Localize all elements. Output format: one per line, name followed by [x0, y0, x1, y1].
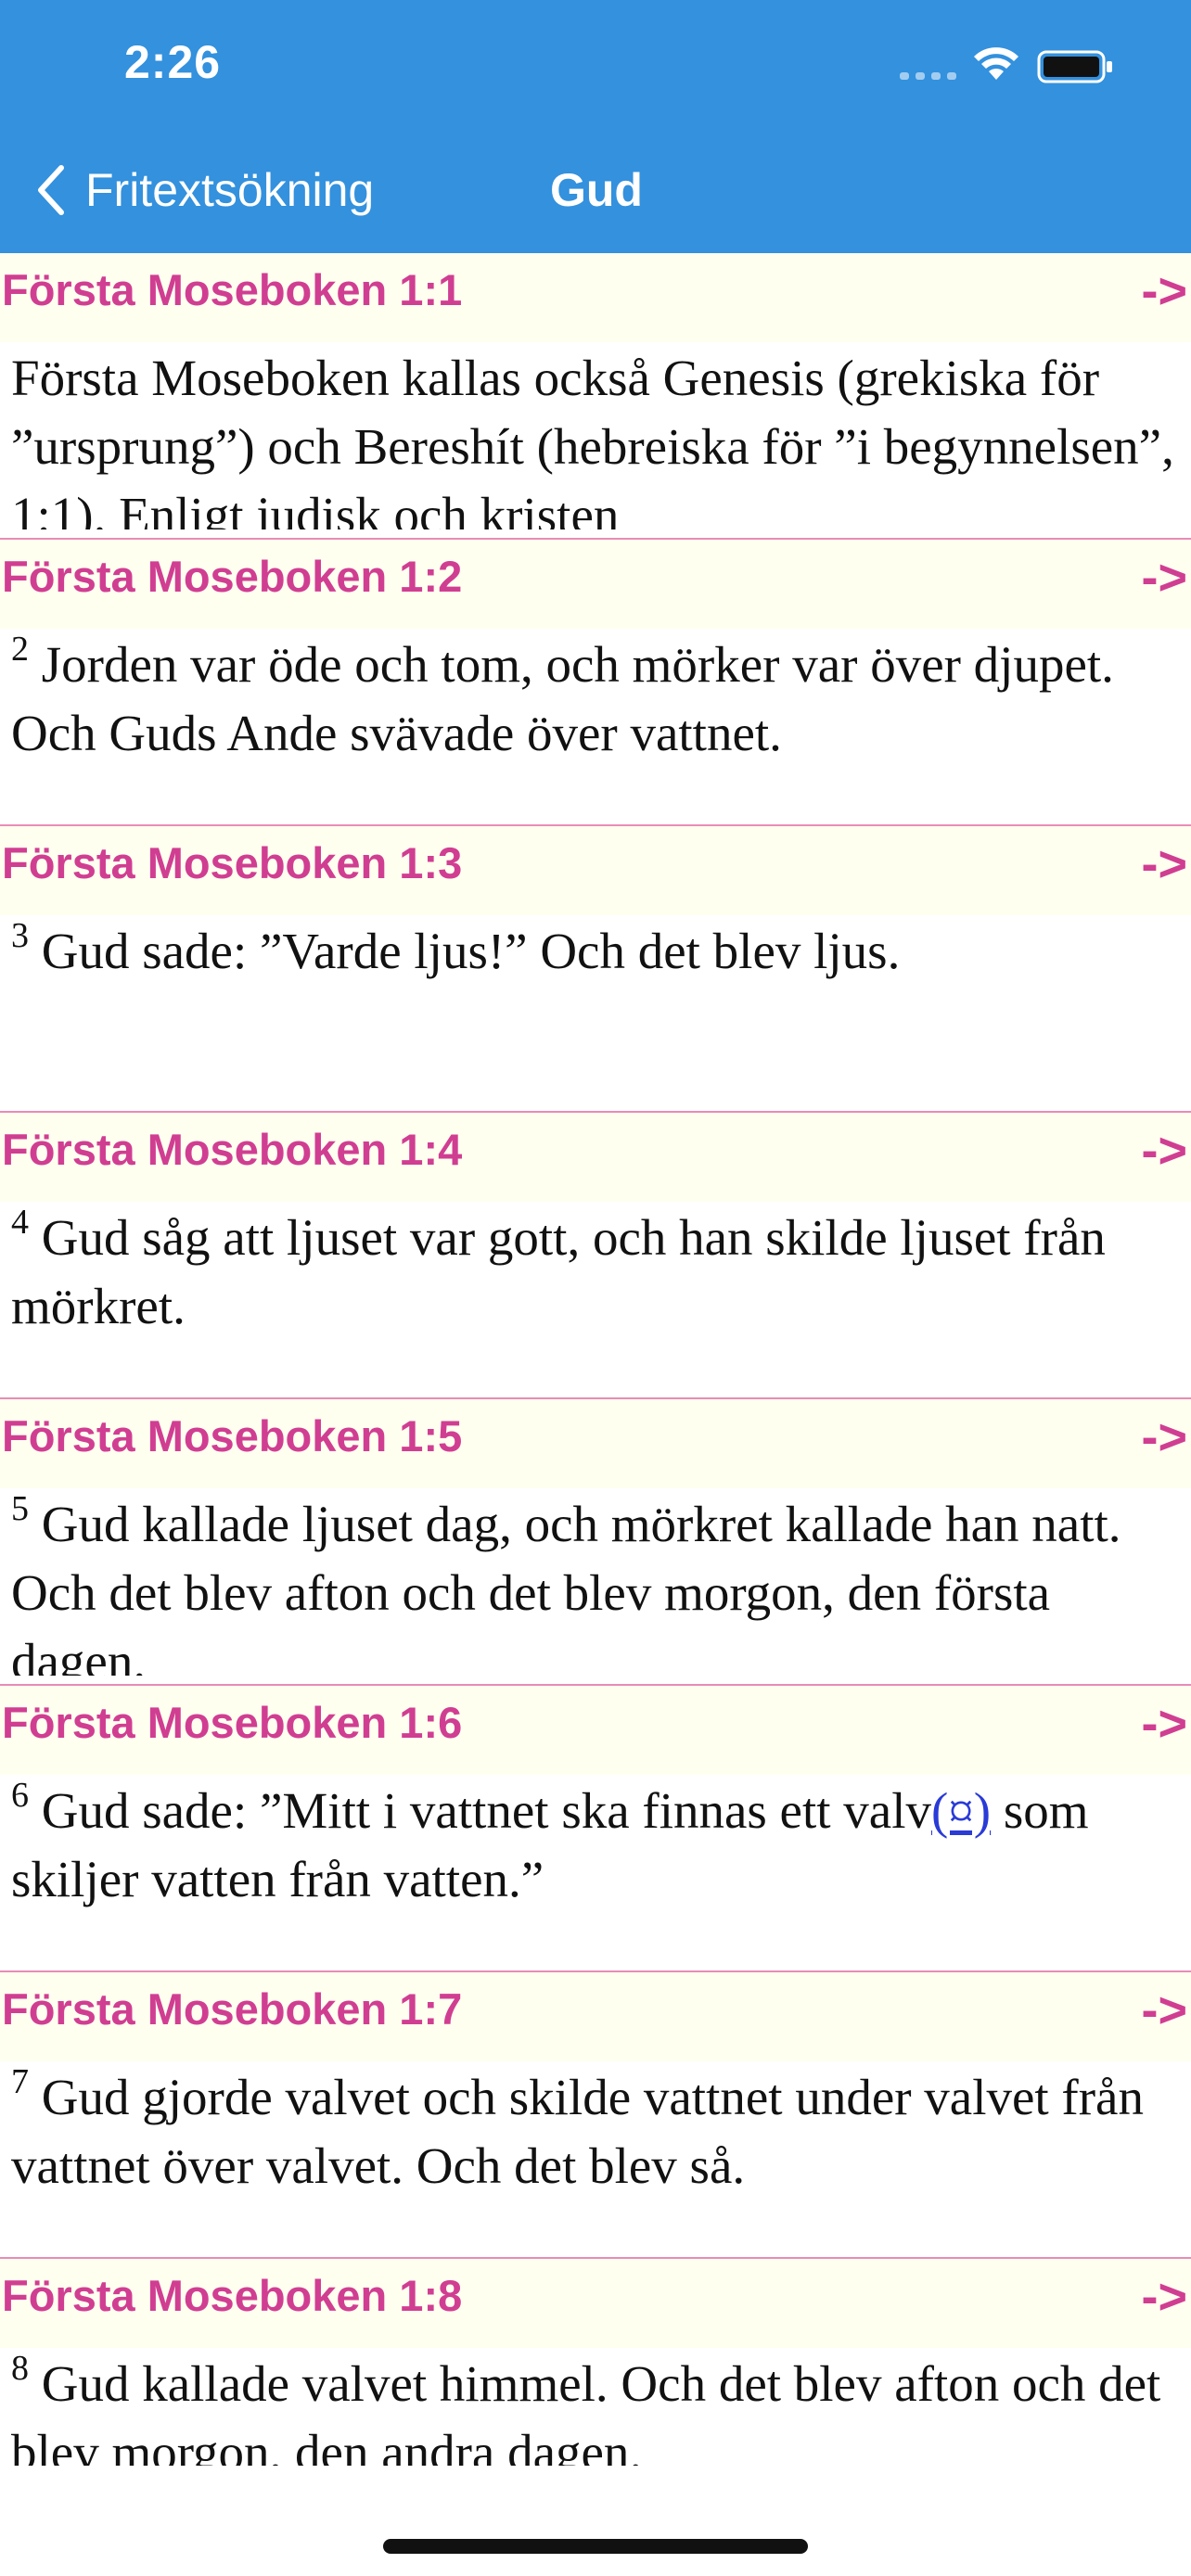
verse-reference-bar: Första Moseboken 1:4 -> [0, 1113, 1191, 1202]
verse-reference-bar: Första Moseboken 1:3 -> [0, 826, 1191, 915]
open-verse-arrow[interactable]: -> [1141, 1982, 1187, 2039]
verse-number: 5 [11, 1490, 29, 1528]
verse-reference: Första Moseboken 1:4 [2, 1125, 463, 1174]
back-button[interactable]: Fritextsökning [33, 158, 374, 223]
list-item[interactable]: Första Moseboken 1:1 -> Första Moseboken… [0, 253, 1191, 540]
verse-reference-bar: Första Moseboken 1:1 -> [0, 253, 1191, 342]
verse-number: 7 [11, 2063, 29, 2101]
open-verse-arrow[interactable]: -> [1141, 1122, 1187, 1180]
verse-text: 2 Jorden var öde och tom, och mörker var… [11, 631, 1180, 816]
verse-reference: Första Moseboken 1:6 [2, 1698, 463, 1747]
list-item[interactable]: Första Moseboken 1:4 -> 4 Gud såg att lj… [0, 1113, 1191, 1399]
list-item[interactable]: Första Moseboken 1:2 -> 2 Jorden var öde… [0, 540, 1191, 826]
back-button-label: Fritextsökning [85, 164, 375, 216]
list-item[interactable]: Första Moseboken 1:8 -> 8 Gud kallade va… [0, 2259, 1191, 2466]
verse-reference: Första Moseboken 1:5 [2, 1411, 463, 1460]
verse-body: Gud sade: ”Varde ljus!” Och det blev lju… [29, 923, 901, 979]
verse-reference: Första Moseboken 1:3 [2, 838, 463, 887]
wifi-icon [974, 47, 1018, 80]
verse-reference: Första Moseboken 1:2 [2, 552, 463, 601]
verse-reference-bar: Första Moseboken 1:5 -> [0, 1399, 1191, 1488]
verse-text: 3 Gud sade: ”Varde ljus!” Och det blev l… [11, 917, 1180, 1103]
verse-text: 8 Gud kallade valvet himmel. Och det ble… [11, 2350, 1180, 2466]
list-item[interactable]: Första Moseboken 1:3 -> 3 Gud sade: ”Var… [0, 826, 1191, 1113]
open-verse-arrow[interactable]: -> [1141, 2268, 1187, 2326]
verse-text: 6 Gud sade: ”Mitt i vattnet ska finnas e… [11, 1777, 1180, 1962]
open-verse-arrow[interactable]: -> [1141, 262, 1187, 320]
verse-number: 6 [11, 1777, 29, 1815]
home-indicator[interactable] [383, 2539, 808, 2554]
verse-number: 2 [11, 631, 29, 669]
list-item[interactable]: Första Moseboken 1:7 -> 7 Gud gjorde val… [0, 1972, 1191, 2259]
verse-body: Gud gjorde valvet och skilde vattnet und… [11, 2069, 1144, 2194]
status-time: 2:26 [124, 36, 222, 88]
verse-body: Gud sade: ”Mitt i vattnet ska finnas ett… [29, 1782, 931, 1839]
verse-reference: Första Moseboken 1:7 [2, 1984, 463, 2034]
search-results-list[interactable]: Första Moseboken 1:1 -> Första Moseboken… [0, 253, 1191, 2466]
verse-body: Gud såg att ljuset var gott, och han ski… [11, 1209, 1106, 1334]
verse-text: 7 Gud gjorde valvet och skilde vattnet u… [11, 2063, 1180, 2249]
verse-body: Första Moseboken kallas också Genesis (g… [11, 350, 1174, 529]
open-verse-arrow[interactable]: -> [1141, 1695, 1187, 1753]
navigation-header: 2:26 Fritextsökning Gud [0, 0, 1191, 253]
verse-text: Första Moseboken kallas också Genesis (g… [11, 344, 1180, 529]
open-verse-arrow[interactable]: -> [1141, 1409, 1187, 1466]
verse-reference-bar: Första Moseboken 1:2 -> [0, 540, 1191, 629]
verse-body: Jorden var öde och tom, och mörker var ö… [11, 636, 1114, 761]
open-verse-arrow[interactable]: -> [1141, 549, 1187, 606]
verse-reference-bar: Första Moseboken 1:6 -> [0, 1686, 1191, 1775]
verse-body: Gud kallade valvet himmel. Och det blev … [11, 2355, 1161, 2466]
cellular-signal-icon [900, 67, 957, 80]
verse-number: 3 [11, 917, 29, 955]
verse-body: Gud kallade ljuset dag, och mörkret kall… [11, 1496, 1121, 1676]
open-verse-arrow[interactable]: -> [1141, 835, 1187, 893]
verse-reference-bar: Första Moseboken 1:7 -> [0, 1972, 1191, 2061]
verse-reference-bar: Första Moseboken 1:8 -> [0, 2259, 1191, 2348]
battery-icon [1037, 50, 1112, 83]
verse-text: 5 Gud kallade ljuset dag, och mörkret ka… [11, 1490, 1180, 1676]
verse-text: 4 Gud såg att ljuset var gott, och han s… [11, 1204, 1180, 1389]
footnote-link[interactable]: (¤) [931, 1782, 991, 1839]
list-item[interactable]: Första Moseboken 1:5 -> 5 Gud kallade lj… [0, 1399, 1191, 1686]
page-title: Gud [550, 164, 643, 216]
verse-number: 8 [11, 2350, 29, 2388]
verse-reference: Första Moseboken 1:1 [2, 265, 463, 314]
verse-number: 4 [11, 1204, 29, 1242]
chevron-left-icon [38, 165, 64, 215]
verse-reference: Första Moseboken 1:8 [2, 2271, 463, 2320]
list-item[interactable]: Första Moseboken 1:6 -> 6 Gud sade: ”Mit… [0, 1686, 1191, 1972]
